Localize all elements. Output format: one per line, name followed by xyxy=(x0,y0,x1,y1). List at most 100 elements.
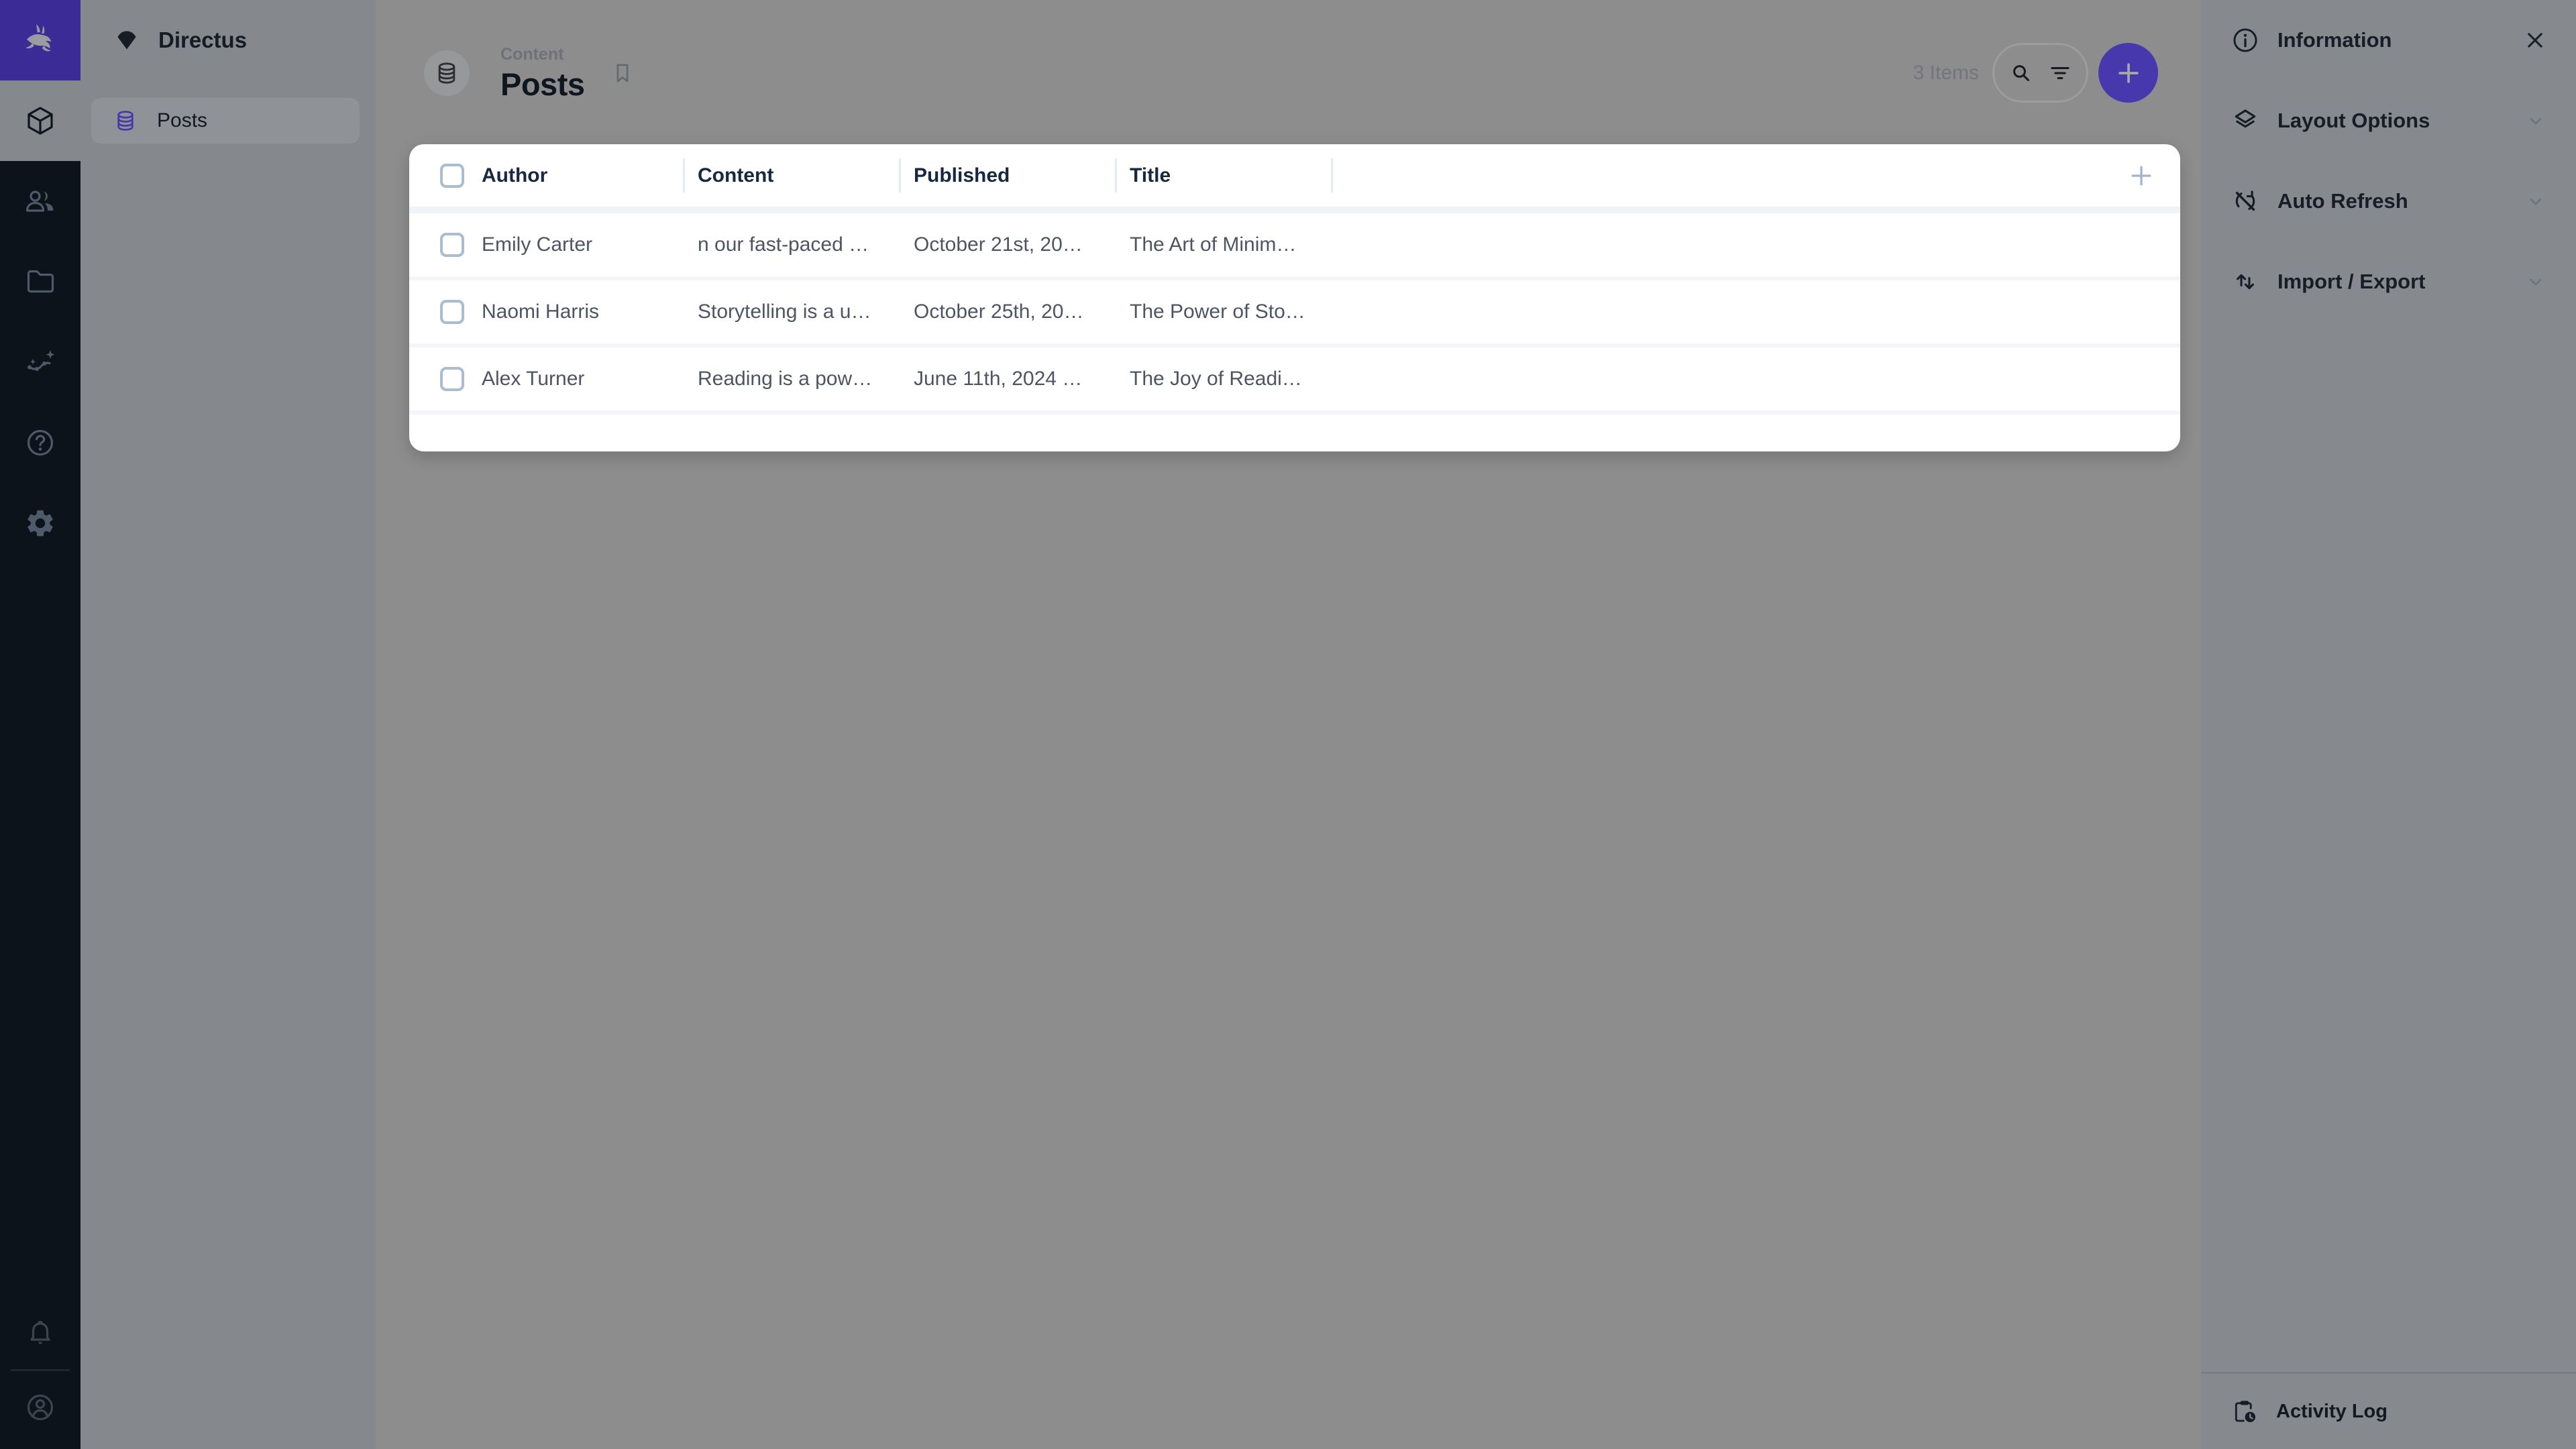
chevron-down-icon[interactable] xyxy=(2522,107,2549,134)
notifications-button[interactable] xyxy=(0,1301,80,1365)
cell-title: The Joy of Readi… xyxy=(1130,368,1346,390)
module-bar-divider xyxy=(11,1369,70,1371)
directus-logo[interactable] xyxy=(0,0,80,80)
cell-title: The Power of Sto… xyxy=(1130,301,1346,323)
close-icon xyxy=(2521,26,2549,54)
chart-sparkle-icon xyxy=(24,346,56,378)
sidebar-item-posts[interactable]: Posts xyxy=(91,98,360,144)
folder-icon xyxy=(24,266,56,298)
row-checkbox[interactable] xyxy=(440,233,464,257)
module-settings[interactable] xyxy=(0,483,80,564)
search-filter-pill xyxy=(1992,43,2088,103)
bookmark-button[interactable] xyxy=(609,60,636,87)
header-separator xyxy=(409,207,2180,213)
layers-icon xyxy=(2231,106,2260,136)
page-header: Content Posts 3 Items xyxy=(424,43,2158,103)
column-header-title[interactable]: Title xyxy=(1130,164,1346,187)
gear-icon xyxy=(24,507,56,539)
project-name: Directus xyxy=(158,28,247,53)
nav-item-label: Posts xyxy=(157,109,207,132)
column-divider[interactable] xyxy=(1115,158,1117,193)
table-header-row: Author Content Published Title xyxy=(409,144,2180,207)
module-help[interactable] xyxy=(0,402,80,483)
items-count: 3 Items xyxy=(1913,62,1979,85)
row-divider xyxy=(409,411,2180,415)
row-checkbox[interactable] xyxy=(440,367,464,391)
add-item-button[interactable] xyxy=(2098,43,2158,103)
cell-author: Naomi Harris xyxy=(482,301,698,323)
module-bar xyxy=(0,0,80,1449)
column-header-author[interactable]: Author xyxy=(482,164,698,187)
cell-content: Reading is a pow… xyxy=(698,368,914,390)
cell-published: October 21st, 20… xyxy=(914,233,1130,256)
cell-published: June 11th, 2024 … xyxy=(914,368,1130,390)
sidebar-section-label: Layout Options xyxy=(2277,109,2505,133)
table-row[interactable]: Emily Carter n our fast-paced … October … xyxy=(409,213,2180,276)
sidebar-section-auto-refresh[interactable]: Auto Refresh xyxy=(2201,161,2576,241)
row-checkbox[interactable] xyxy=(440,300,464,324)
cell-content: n our fast-paced … xyxy=(698,233,914,256)
activity-log-label: Activity Log xyxy=(2276,1401,2387,1423)
clipboard-clock-icon xyxy=(2231,1397,2259,1426)
main-content: Content Posts 3 Items xyxy=(376,0,2201,1449)
sidebar-section-label: Auto Refresh xyxy=(2277,189,2505,213)
cell-published: October 25th, 20… xyxy=(914,301,1130,323)
items-table: Author Content Published Title Emily Car… xyxy=(409,144,2180,451)
plus-icon xyxy=(2114,58,2143,88)
cell-author: Alex Turner xyxy=(482,368,698,390)
swap-vertical-icon xyxy=(2231,267,2260,297)
module-files[interactable] xyxy=(0,241,80,322)
help-circle-icon xyxy=(24,427,56,459)
app-shell: Directus Posts Con xyxy=(0,0,2576,1449)
search-icon xyxy=(2008,60,2035,87)
bell-icon xyxy=(24,1317,56,1349)
header-checkbox-cell xyxy=(409,164,482,188)
close-sidebar-button[interactable] xyxy=(2521,26,2549,54)
page-title: Posts xyxy=(500,68,585,100)
sync-disabled-icon xyxy=(2231,186,2260,216)
sidebar-section-import-export[interactable]: Import / Export xyxy=(2201,241,2576,322)
table-row[interactable]: Alex Turner Reading is a pow… June 11th,… xyxy=(409,347,2180,411)
right-sidebar: Information Layout Options xyxy=(2201,0,2576,1449)
column-divider[interactable] xyxy=(1331,158,1333,193)
module-users[interactable] xyxy=(0,161,80,241)
plus-icon xyxy=(2127,161,2156,191)
select-all-checkbox[interactable] xyxy=(440,164,464,188)
activity-log-button[interactable]: Activity Log xyxy=(2201,1372,2576,1449)
sidebar-section-information[interactable]: Information xyxy=(2201,0,2576,80)
cell-content: Storytelling is a u… xyxy=(698,301,914,323)
column-header-published[interactable]: Published xyxy=(914,164,1130,187)
chevron-down-icon[interactable] xyxy=(2522,268,2549,295)
column-header-content[interactable]: Content xyxy=(698,164,914,187)
directus-rabbit-icon xyxy=(20,20,60,60)
title-block: Content Posts xyxy=(500,46,585,100)
account-button[interactable] xyxy=(0,1375,80,1440)
module-bar-spacer xyxy=(0,564,80,1301)
module-content[interactable] xyxy=(0,80,80,161)
cell-title: The Art of Minim… xyxy=(1130,233,1346,256)
sidebar-spacer xyxy=(2201,322,2576,1372)
sidebar-section-layout-options[interactable]: Layout Options xyxy=(2201,80,2576,161)
collection-icon-circle xyxy=(424,50,470,96)
search-button[interactable] xyxy=(2008,60,2035,87)
sidebar-section-label: Import / Export xyxy=(2277,270,2505,294)
filter-button[interactable] xyxy=(2047,60,2074,87)
table-row[interactable]: Naomi Harris Storytelling is a u… Octobe… xyxy=(409,280,2180,343)
bookmark-icon xyxy=(609,60,636,87)
column-divider[interactable] xyxy=(899,158,901,193)
cell-author: Emily Carter xyxy=(482,233,698,256)
sidebar-section-label: Information xyxy=(2277,28,2504,52)
info-circle-icon xyxy=(2231,25,2260,55)
people-icon xyxy=(24,185,56,217)
breadcrumb[interactable]: Content xyxy=(500,46,585,63)
add-column-button[interactable] xyxy=(2127,161,2156,191)
chevron-down-icon[interactable] xyxy=(2522,188,2549,215)
module-insights[interactable] xyxy=(0,322,80,402)
box-3d-icon xyxy=(24,105,56,137)
column-divider[interactable] xyxy=(683,158,685,193)
database-icon xyxy=(433,60,460,87)
database-icon xyxy=(113,108,138,133)
filter-icon xyxy=(2047,60,2074,87)
project-header[interactable]: Directus xyxy=(80,0,376,80)
user-circle-icon xyxy=(24,1391,56,1424)
